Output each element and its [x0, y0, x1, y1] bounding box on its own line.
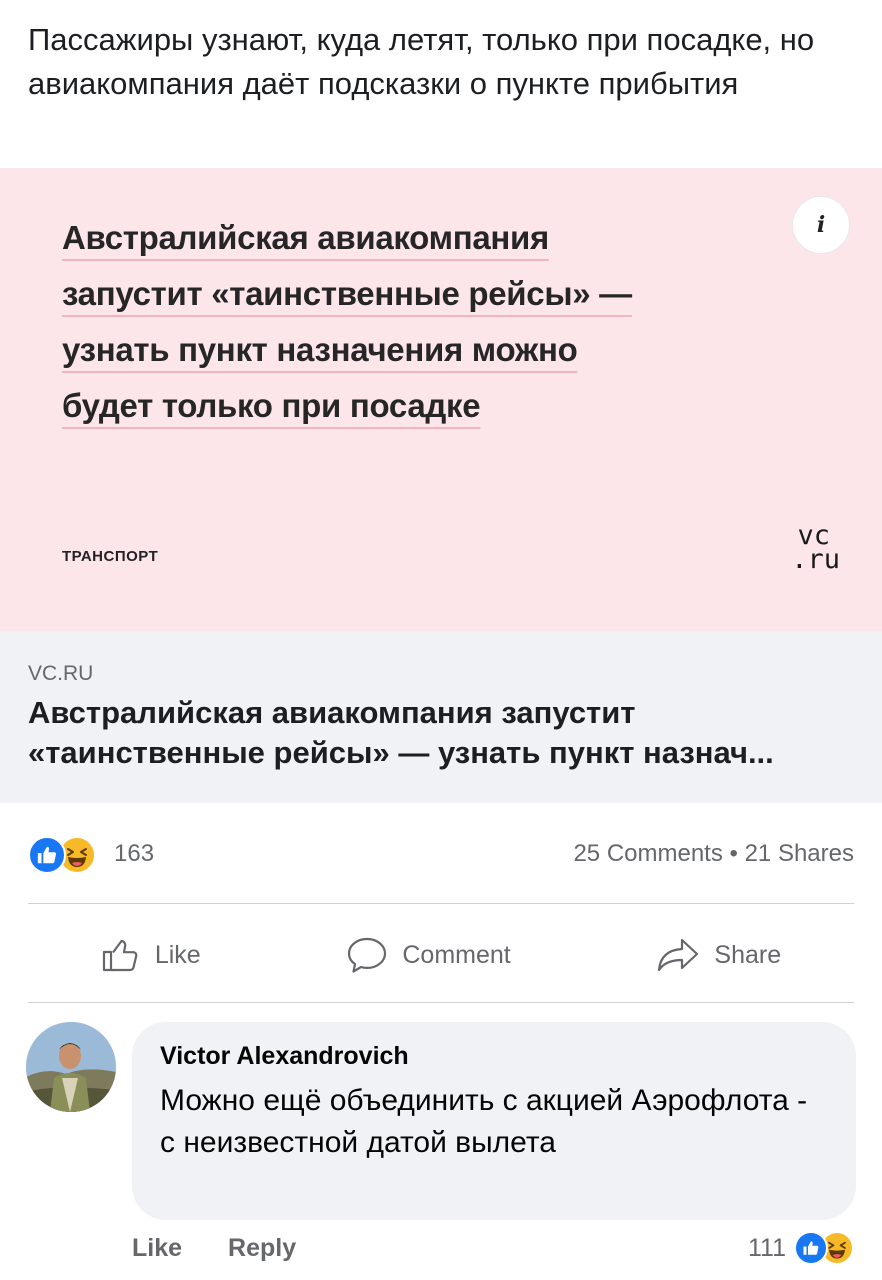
image-headline-line: узнать пункт назначения можно	[62, 331, 578, 368]
link-preview-meta[interactable]: VC.RU Австралийская авиакомпания запусти…	[0, 631, 882, 803]
reaction-count[interactable]: 163	[114, 840, 154, 868]
comment-reply-button[interactable]: Reply	[228, 1234, 296, 1263]
comment-bubble[interactable]: Victor Alexandrovich Можно ещё объединит…	[132, 1022, 856, 1220]
link-title[interactable]: Австралийская авиакомпания запустит «таи…	[28, 693, 858, 773]
image-headline-line: Австралийская авиакомпания	[62, 219, 549, 256]
link-title-line: Австралийская авиакомпания запустит	[28, 695, 636, 730]
divider	[28, 903, 854, 904]
link-preview-card[interactable]: Австралийская авиакомпания запустит «таи…	[0, 168, 882, 803]
comment-text: Можно ещё объединить с акцией Аэрофлота …	[160, 1084, 808, 1159]
comment-actions: Like Reply 111	[132, 1228, 856, 1268]
image-headline: Австралийская авиакомпания запустит «таи…	[62, 210, 782, 434]
post-actions: Like Comment Share	[28, 920, 854, 990]
thumbs-up-icon	[102, 939, 138, 972]
divider	[28, 1002, 854, 1003]
logo-line: .ru	[791, 544, 840, 575]
share-button-label: Share	[714, 940, 782, 969]
comment-author[interactable]: Victor Alexandrovich	[160, 1040, 830, 1072]
comment-button-label: Comment	[402, 940, 511, 969]
link-preview-image[interactable]: Австралийская авиакомпания запустит «таи…	[0, 168, 882, 631]
post-text: Пассажиры узнают, куда летят, только при…	[28, 22, 815, 101]
like-reaction-icon	[794, 1231, 828, 1265]
vc-ru-logo: vc .ru	[770, 522, 840, 575]
comments-shares-stats[interactable]: 25 Comments • 21 Shares	[573, 840, 854, 868]
like-button[interactable]: Like	[83, 937, 219, 973]
reaction-icons[interactable]	[28, 834, 100, 874]
comment-reaction-count: 111	[747, 1233, 786, 1262]
image-headline-line: будет только при посадке	[62, 387, 481, 424]
share-arrow-icon	[658, 938, 699, 972]
comment-bubble-icon	[348, 937, 387, 973]
share-button[interactable]: Share	[638, 937, 799, 973]
avatar[interactable]	[26, 1022, 116, 1112]
like-button-label: Like	[154, 940, 201, 969]
info-icon[interactable]: i	[792, 196, 850, 254]
link-title-line: «таинственные рейсы» — узнать пункт назн…	[28, 735, 774, 770]
comment-button[interactable]: Comment	[328, 935, 528, 975]
comment-reaction-icons	[794, 1230, 856, 1266]
comment-like-button[interactable]: Like	[132, 1234, 182, 1263]
like-reaction-icon	[28, 836, 66, 874]
comment-reactions[interactable]: 111	[748, 1230, 856, 1266]
link-domain: VC.RU	[28, 662, 94, 685]
reactions-summary[interactable]: 163 25 Comments • 21 Shares	[28, 832, 854, 876]
image-headline-line: запустит «таинственные рейсы» —	[62, 275, 632, 312]
image-category-label: ТРАНСПОРТ	[62, 548, 159, 565]
